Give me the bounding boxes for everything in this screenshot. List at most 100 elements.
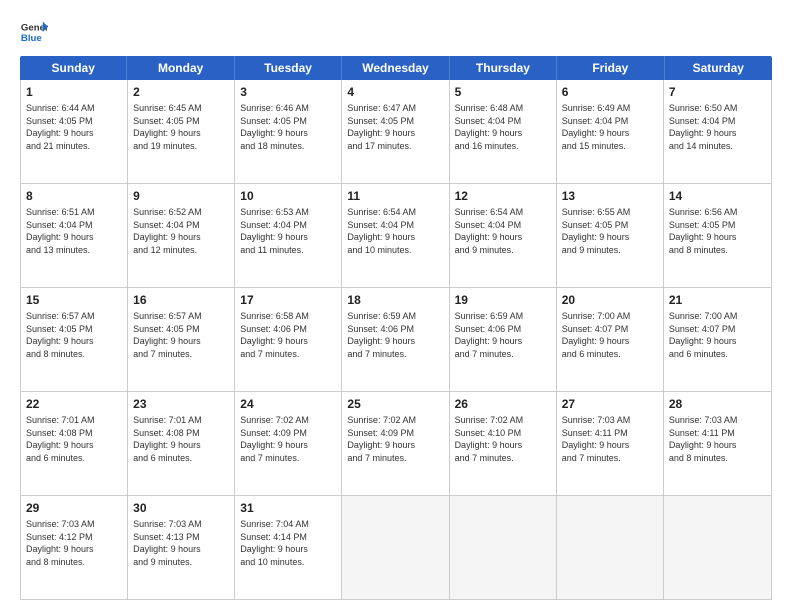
calendar-cell: [664, 496, 771, 599]
calendar-body: 1Sunrise: 6:44 AMSunset: 4:05 PMDaylight…: [20, 80, 772, 600]
cell-text: Sunrise: 6:52 AMSunset: 4:04 PMDaylight:…: [133, 206, 229, 256]
cell-text: Sunrise: 6:44 AMSunset: 4:05 PMDaylight:…: [26, 102, 122, 152]
day-number: 8: [26, 188, 122, 204]
logo: General Blue: [20, 18, 48, 46]
cell-text: Sunrise: 6:45 AMSunset: 4:05 PMDaylight:…: [133, 102, 229, 152]
cell-text: Sunrise: 7:00 AMSunset: 4:07 PMDaylight:…: [669, 310, 766, 360]
calendar-cell: 5Sunrise: 6:48 AMSunset: 4:04 PMDaylight…: [450, 80, 557, 183]
day-number: 20: [562, 292, 658, 308]
weekday-header: Wednesday: [342, 56, 449, 80]
calendar-cell: 15 Sunrise: 6:57 AMSunset: 4:05 PMDayligh…: [21, 288, 128, 391]
day-number: 7: [669, 84, 766, 100]
day-number: 3: [240, 84, 336, 100]
calendar-cell: 16 Sunrise: 6:57 AMSunset: 4:05 PMDayligh…: [128, 288, 235, 391]
day-number: 18: [347, 292, 443, 308]
weekday-header: Tuesday: [235, 56, 342, 80]
calendar-cell: 2 Sunrise: 6:45 AMSunset: 4:05 PMDaylight…: [128, 80, 235, 183]
calendar-header: SundayMondayTuesdayWednesdayThursdayFrid…: [20, 56, 772, 80]
calendar-cell: 3 Sunrise: 6:46 AMSunset: 4:05 PMDaylight…: [235, 80, 342, 183]
calendar-cell: 11 Sunrise: 6:54 AMSunset: 4:04 PMDayligh…: [342, 184, 449, 287]
day-number: 16: [133, 292, 229, 308]
calendar-cell: 7 Sunrise: 6:50 AMSunset: 4:04 PMDaylight…: [664, 80, 771, 183]
cell-text: Sunrise: 7:04 AMSunset: 4:14 PMDaylight:…: [240, 518, 336, 568]
calendar-row: 8 Sunrise: 6:51 AMSunset: 4:04 PMDaylight…: [21, 184, 771, 288]
calendar-cell: 27 Sunrise: 7:03 AMSunset: 4:11 PMDayligh…: [557, 392, 664, 495]
day-number: 22: [26, 396, 122, 412]
cell-text: Sunrise: 6:56 AMSunset: 4:05 PMDaylight:…: [669, 206, 766, 256]
day-number: 23: [133, 396, 229, 412]
logo-icon: General Blue: [20, 18, 48, 46]
day-number: 14: [669, 188, 766, 204]
calendar-cell: 28 Sunrise: 7:03 AMSunset: 4:11 PMDayligh…: [664, 392, 771, 495]
cell-text: Sunrise: 6:54 AMSunset: 4:04 PMDaylight:…: [455, 206, 551, 256]
cell-text: Sunrise: 6:53 AMSunset: 4:04 PMDaylight:…: [240, 206, 336, 256]
cell-text: Sunrise: 7:03 AMSunset: 4:12 PMDaylight:…: [26, 518, 122, 568]
cell-text: Sunrise: 7:02 AMSunset: 4:09 PMDaylight:…: [347, 414, 443, 464]
cell-text: Sunrise: 7:03 AMSunset: 4:11 PMDaylight:…: [562, 414, 658, 464]
day-number: 19: [455, 292, 551, 308]
page: General Blue SundayMondayTuesdayWednesda…: [0, 0, 792, 612]
calendar-cell: 8 Sunrise: 6:51 AMSunset: 4:04 PMDaylight…: [21, 184, 128, 287]
cell-text: Sunrise: 6:59 AMSunset: 4:06 PMDaylight:…: [455, 310, 551, 360]
day-number: 5: [455, 84, 551, 100]
calendar-row: 1Sunrise: 6:44 AMSunset: 4:05 PMDaylight…: [21, 80, 771, 184]
cell-text: Sunrise: 7:01 AMSunset: 4:08 PMDaylight:…: [133, 414, 229, 464]
cell-text: Sunrise: 7:00 AMSunset: 4:07 PMDaylight:…: [562, 310, 658, 360]
day-number: 4: [347, 84, 443, 100]
day-number: 6: [562, 84, 658, 100]
day-number: 17: [240, 292, 336, 308]
cell-text: Sunrise: 6:58 AMSunset: 4:06 PMDaylight:…: [240, 310, 336, 360]
calendar-cell: [450, 496, 557, 599]
cell-text: Sunrise: 6:54 AMSunset: 4:04 PMDaylight:…: [347, 206, 443, 256]
calendar: SundayMondayTuesdayWednesdayThursdayFrid…: [20, 56, 772, 600]
calendar-row: 29Sunrise: 7:03 AMSunset: 4:12 PMDayligh…: [21, 496, 771, 599]
calendar-cell: [557, 496, 664, 599]
day-number: 13: [562, 188, 658, 204]
cell-text: Sunrise: 6:46 AMSunset: 4:05 PMDaylight:…: [240, 102, 336, 152]
calendar-cell: 12 Sunrise: 6:54 AMSunset: 4:04 PMDayligh…: [450, 184, 557, 287]
calendar-cell: 20 Sunrise: 7:00 AMSunset: 4:07 PMDayligh…: [557, 288, 664, 391]
cell-text: Sunrise: 6:59 AMSunset: 4:06 PMDaylight:…: [347, 310, 443, 360]
cell-text: Sunrise: 7:03 AMSunset: 4:13 PMDaylight:…: [133, 518, 229, 568]
calendar-cell: 4 Sunrise: 6:47 AMSunset: 4:05 PMDaylight…: [342, 80, 449, 183]
calendar-cell: 19 Sunrise: 6:59 AMSunset: 4:06 PMDayligh…: [450, 288, 557, 391]
calendar-cell: 31Sunrise: 7:04 AMSunset: 4:14 PMDayligh…: [235, 496, 342, 599]
header: General Blue: [20, 18, 772, 46]
cell-text: Sunrise: 7:01 AMSunset: 4:08 PMDaylight:…: [26, 414, 122, 464]
calendar-cell: 6 Sunrise: 6:49 AMSunset: 4:04 PMDaylight…: [557, 80, 664, 183]
cell-text: Sunrise: 7:02 AMSunset: 4:10 PMDaylight:…: [455, 414, 551, 464]
cell-text: Sunrise: 6:57 AMSunset: 4:05 PMDaylight:…: [26, 310, 122, 360]
calendar-cell: 23 Sunrise: 7:01 AMSunset: 4:08 PMDayligh…: [128, 392, 235, 495]
day-number: 28: [669, 396, 766, 412]
day-number: 12: [455, 188, 551, 204]
cell-text: Sunrise: 6:51 AMSunset: 4:04 PMDaylight:…: [26, 206, 122, 256]
day-number: 26: [455, 396, 551, 412]
weekday-header: Monday: [127, 56, 234, 80]
weekday-header: Thursday: [450, 56, 557, 80]
day-number: 30: [133, 500, 229, 516]
cell-text: Sunrise: 7:03 AMSunset: 4:11 PMDaylight:…: [669, 414, 766, 464]
day-number: 15: [26, 292, 122, 308]
cell-text: Sunrise: 6:49 AMSunset: 4:04 PMDaylight:…: [562, 102, 658, 152]
cell-text: Sunrise: 6:57 AMSunset: 4:05 PMDaylight:…: [133, 310, 229, 360]
calendar-row: 22 Sunrise: 7:01 AMSunset: 4:08 PMDayligh…: [21, 392, 771, 496]
day-number: 27: [562, 396, 658, 412]
cell-text: Sunrise: 6:47 AMSunset: 4:05 PMDaylight:…: [347, 102, 443, 152]
calendar-cell: 17 Sunrise: 6:58 AMSunset: 4:06 PMDayligh…: [235, 288, 342, 391]
calendar-cell: 10Sunrise: 6:53 AMSunset: 4:04 PMDayligh…: [235, 184, 342, 287]
day-number: 25: [347, 396, 443, 412]
day-number: 21: [669, 292, 766, 308]
calendar-cell: 25 Sunrise: 7:02 AMSunset: 4:09 PMDayligh…: [342, 392, 449, 495]
cell-text: Sunrise: 6:50 AMSunset: 4:04 PMDaylight:…: [669, 102, 766, 152]
calendar-cell: 29Sunrise: 7:03 AMSunset: 4:12 PMDayligh…: [21, 496, 128, 599]
day-number: 2: [133, 84, 229, 100]
calendar-cell: 22 Sunrise: 7:01 AMSunset: 4:08 PMDayligh…: [21, 392, 128, 495]
calendar-cell: 14 Sunrise: 6:56 AMSunset: 4:05 PMDayligh…: [664, 184, 771, 287]
cell-text: Sunrise: 6:55 AMSunset: 4:05 PMDaylight:…: [562, 206, 658, 256]
day-number: 11: [347, 188, 443, 204]
day-number: 9: [133, 188, 229, 204]
weekday-header: Friday: [557, 56, 664, 80]
calendar-cell: 1Sunrise: 6:44 AMSunset: 4:05 PMDaylight…: [21, 80, 128, 183]
weekday-header: Saturday: [665, 56, 772, 80]
calendar-cell: 24Sunrise: 7:02 AMSunset: 4:09 PMDayligh…: [235, 392, 342, 495]
